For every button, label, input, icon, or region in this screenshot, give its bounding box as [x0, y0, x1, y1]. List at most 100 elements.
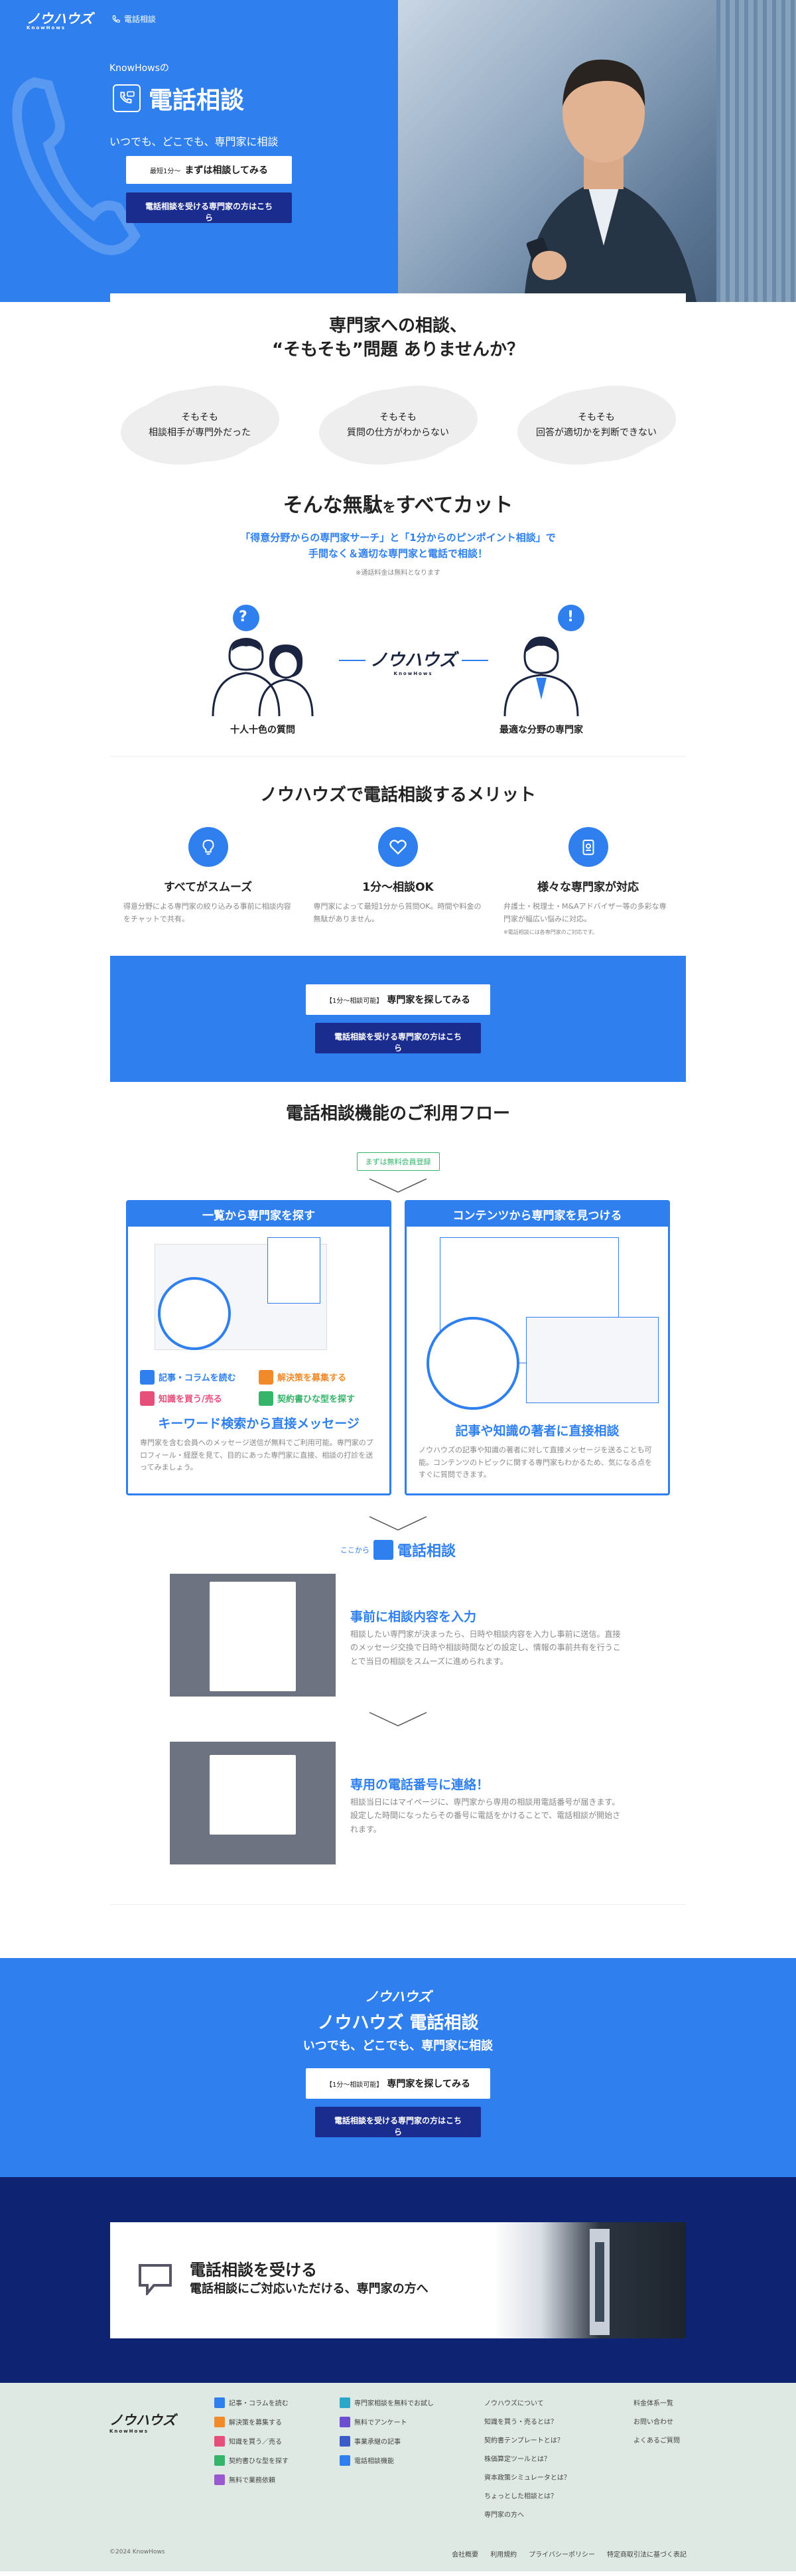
footer-link[interactable]: 無料で業務依頼 — [214, 2474, 289, 2485]
footer-link-label: 専門家の方へ — [484, 2511, 524, 2519]
solution-icon — [214, 2416, 225, 2427]
find-expert-button[interactable]: 【1分〜相談可能】 専門家を探してみる — [306, 984, 490, 1015]
hero-section: ノウハウズ KnowHows 電話相談 KnowHowsの 電話相談 いつでも、ど… — [0, 0, 796, 302]
merits-title: ノウハウズで電話相談するメリット — [259, 785, 536, 805]
privacy-link[interactable]: プライバシーポリシー — [529, 2549, 595, 2559]
footer-link-label: 事業承継の記事 — [354, 2439, 401, 2447]
flow-tag-wrap: まずは無料会員登録 — [110, 1152, 686, 1171]
keyword-item[interactable]: 契約書ひな型を探す — [259, 1391, 377, 1406]
footer-logo[interactable]: ノウハウズ KnowHows — [109, 2409, 176, 2434]
expert-banner[interactable]: 電話相談を受ける 電話相談にご対応いただける、専門家の方へ — [110, 2222, 686, 2338]
footer-link-label: 無料で業務依頼 — [229, 2477, 275, 2485]
phone-chat-icon — [113, 84, 141, 112]
button-label: 専門家を探してみる — [387, 994, 470, 1006]
footer-link[interactable]: 無料でアンケート — [340, 2416, 434, 2427]
expert-signup-button[interactable]: 電話相談を受ける専門家の方はこちら — [315, 2106, 481, 2137]
heart-icon — [378, 827, 418, 868]
footer-link[interactable]: 知識を買う・売るとは？ — [484, 2416, 570, 2426]
footer-link[interactable]: ノウハウズについて — [484, 2397, 570, 2407]
footer-link[interactable]: 記事・コラムを読む — [214, 2397, 289, 2408]
footer-link-label: 資本政策シミュレータとは？ — [484, 2474, 570, 2482]
cut-title-part: そんな無駄 — [283, 493, 383, 517]
footer-link[interactable]: 契約書ひな型を探す — [214, 2455, 289, 2466]
search-list-box: 一覧から専門家を探す 記事・コラムを読む 解決策を募集する 知識を買う/売る 契… — [126, 1199, 391, 1495]
concern-top: そもそも — [379, 412, 417, 423]
footer-link[interactable]: 専門家の方へ — [484, 2509, 570, 2519]
suited-man-image — [494, 2222, 686, 2338]
footer-link-label: 株価算定ツールとは？ — [484, 2455, 551, 2463]
contract-icon — [259, 1391, 273, 1406]
free-register-tag[interactable]: まずは無料会員登録 — [356, 1152, 440, 1171]
nav-link-label: 電話相談 — [124, 15, 157, 24]
exclamation-icon: ! — [567, 608, 574, 625]
hero-title: 電話相談 — [149, 87, 245, 114]
cut-note: ※通話料金は無料となります — [355, 569, 441, 577]
keyword-item[interactable]: 解決策を募集する — [259, 1369, 377, 1385]
site-logo[interactable]: ノウハウズ KnowHows — [27, 8, 93, 31]
merit-text: 専門家によって最短1分から質問OK。時間や料金の無駄がありません。 — [313, 902, 482, 923]
article-icon — [140, 1369, 155, 1385]
try-consultation-button[interactable]: 最短1分〜 まずは相談してみる — [126, 156, 292, 184]
footer-link[interactable]: 専門家相談を無料でお試し — [340, 2397, 434, 2408]
phone-chat-icon — [373, 1539, 393, 1560]
contract-icon — [214, 2455, 225, 2466]
hero-subtitle: いつでも、どこでも、専門家に相談 — [109, 135, 279, 148]
footer-link[interactable]: 契約書テンプレートとは？ — [484, 2435, 570, 2445]
button-small-label: 最短1分〜 — [150, 168, 181, 175]
find-expert-button[interactable]: 【1分〜相談可能】 専門家を探してみる — [306, 2068, 490, 2099]
footer-logo-text: ノウハウズ — [109, 2411, 176, 2428]
connector-line — [462, 659, 488, 661]
keyword-item[interactable]: 記事・コラムを読む — [140, 1369, 259, 1385]
footer-link[interactable]: 株価算定ツールとは？ — [484, 2453, 570, 2463]
footer-link[interactable]: よくあるご質問 — [633, 2435, 680, 2445]
merit-item: すべてがスムーズ 得意分野による専門家の絞り込みる事前に相談内容をチャットで共有… — [123, 827, 293, 935]
concerns-title-line1: 専門家への相談、 — [328, 316, 467, 336]
experts-label: 最適な分野の専門家 — [499, 724, 583, 735]
expert-signup-button[interactable]: 電話相談を受ける専門家の方はこちら — [315, 1022, 481, 1053]
footer-link[interactable]: 資本政策シミュレータとは？ — [484, 2472, 570, 2482]
bottom-cta: ノウハウズ ノウハウズ 電話相談 いつでも、どこでも、専門家に相談 【1分〜相談… — [0, 1957, 796, 2177]
step-screenshot — [170, 1741, 336, 1864]
concern-top: そもそも — [181, 412, 218, 423]
company-link[interactable]: 会社概要 — [452, 2549, 478, 2559]
footer: ノウハウズ KnowHows 記事・コラムを読む 解決策を募集する 知識を買う／売… — [0, 2382, 796, 2571]
search-screenshot — [141, 1237, 376, 1363]
keyword-list: 記事・コラムを読む 解決策を募集する 知識を買う/売る 契約書ひな型を探す — [128, 1369, 389, 1406]
footer-link[interactable]: 電話相談機能 — [340, 2455, 434, 2466]
banner-subtitle: 電話相談にご対応いただける、専門家の方へ — [190, 2281, 429, 2296]
keyword-label: 解決策を募集する — [277, 1373, 347, 1384]
merit-text: 得意分野による専門家の絞り込みる事前に相談内容をチャットで共有。 — [123, 902, 291, 923]
concern-cloud: そもそも 相談相手が専門外だった — [137, 388, 263, 462]
knowledge-icon — [140, 1391, 155, 1406]
terms-link[interactable]: 利用規約 — [490, 2549, 517, 2559]
footer-link[interactable]: 事業承継の記事 — [340, 2435, 434, 2447]
merit-title: 1分〜相談OK — [362, 881, 434, 895]
footer-link[interactable]: 知識を買う／売る — [214, 2435, 289, 2447]
footer-link-label: 知識を買う・売るとは？ — [484, 2418, 557, 2426]
footer-link[interactable]: ちょっとした相談とは？ — [484, 2490, 570, 2500]
footer-link[interactable]: お問い合わせ — [633, 2416, 680, 2426]
solution-icon — [259, 1369, 273, 1385]
step-text: 相談したい専門家が決まったら、日時や相談内容を入力し事前に送信。直接のメッセージ… — [350, 1629, 621, 1666]
logo-text: ノウハウズ — [27, 11, 93, 27]
consult-icon — [340, 2397, 350, 2408]
footer-link[interactable]: 料金体系一覧 — [633, 2397, 680, 2407]
step-title: 専用の電話番号に連絡！ — [350, 1777, 490, 1792]
building-image — [716, 0, 796, 302]
box-title: キーワード検索から直接メッセージ — [158, 1416, 360, 1431]
footer-link-label: ノウハウズについて — [484, 2399, 544, 2407]
nav-phone-consultation[interactable]: 電話相談 — [111, 13, 156, 25]
copyright: ©2024 KnowHows — [109, 2548, 165, 2555]
expert-signup-button[interactable]: 電話相談を受ける専門家の方はこちら — [126, 192, 292, 223]
request-icon — [214, 2474, 225, 2485]
keyword-item[interactable]: 知識を買う/売る — [140, 1391, 259, 1406]
center-logo-subtext: KnowHows — [393, 670, 433, 676]
merit-text: 弁護士・税理士・M&Aアドバイザー等の多彩な専門家が幅広い悩みに対応。 — [503, 902, 667, 923]
step-text: 相談当日にはマイページに、専門家から専用の相談用電話番号が届きます。設定した時間… — [350, 1797, 621, 1834]
questioners-image — [212, 604, 314, 716]
footer-link[interactable]: 解決策を募集する — [214, 2416, 289, 2427]
concerns-title-line2: “そもそも”問題 ありませんか？ — [272, 340, 524, 360]
expert-banner-section: 電話相談を受ける 電話相談にご対応いただける、専門家の方へ — [0, 2176, 796, 2383]
hero-photo — [398, 0, 796, 302]
commerce-law-link[interactable]: 特定商取引法に基づく表記 — [607, 2549, 687, 2559]
